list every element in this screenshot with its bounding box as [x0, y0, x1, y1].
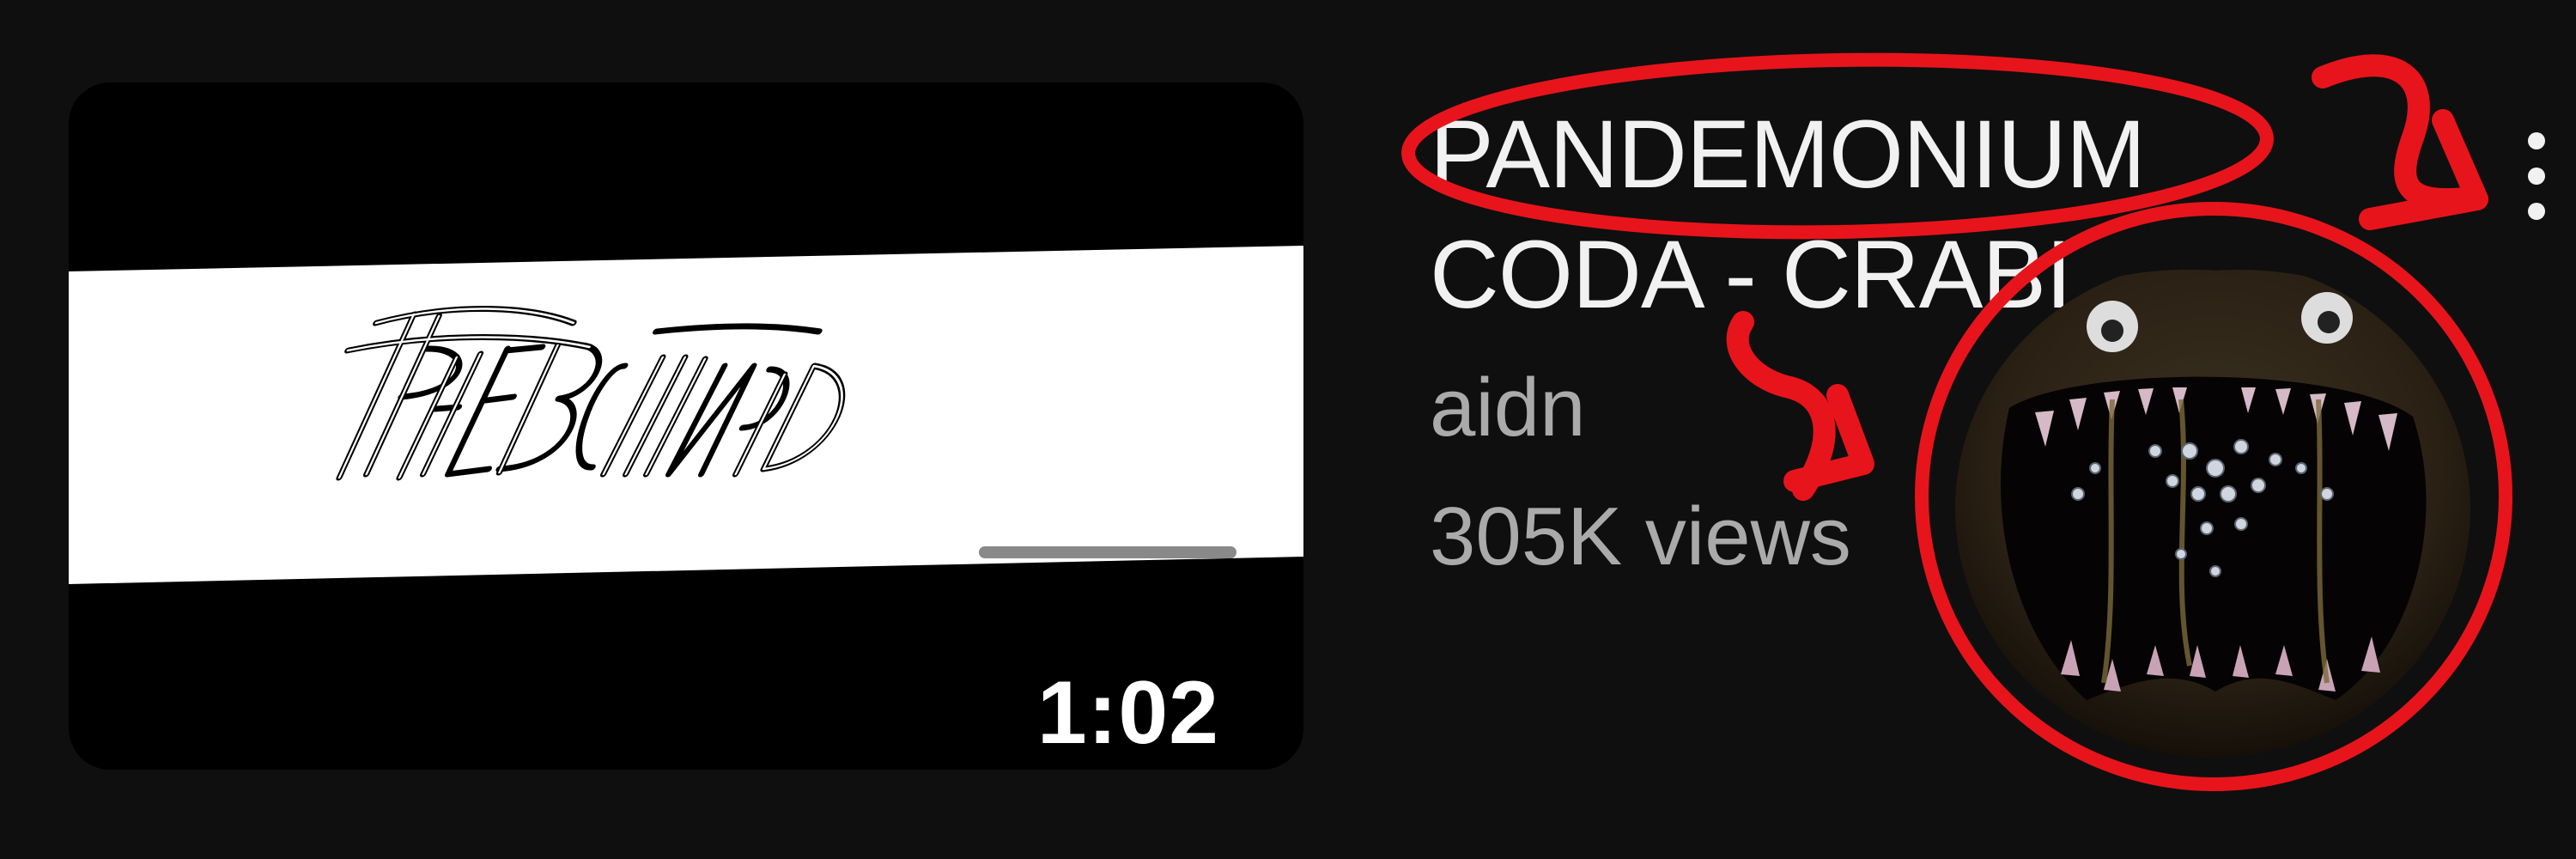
video-thumbnail[interactable]: 1:02	[69, 82, 1303, 770]
video-title-line-1[interactable]: PANDEMONIUM	[1430, 94, 2460, 215]
more-vert-icon[interactable]	[2511, 129, 2562, 223]
monster-image	[1955, 259, 2470, 758]
duration-badge: 1:02	[1014, 649, 1242, 770]
